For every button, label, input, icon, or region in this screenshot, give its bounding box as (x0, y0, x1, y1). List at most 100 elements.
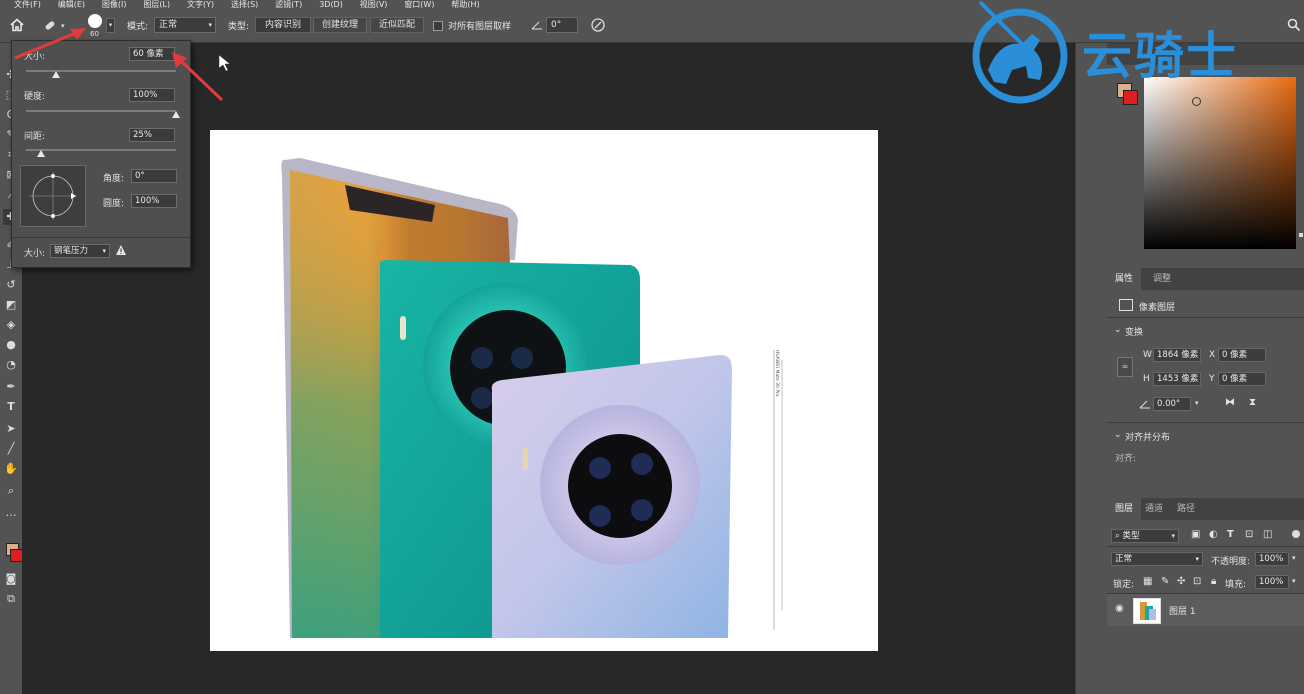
sample-all-layers-label: 对所有图层取样 (448, 22, 512, 32)
chevron-down-icon[interactable]: ▾ (1292, 554, 1296, 562)
path-selection-tool-icon[interactable]: ➤ (3, 421, 19, 437)
angle-label: 角度: (103, 174, 125, 184)
tab-adjustments[interactable]: 调整 (1145, 268, 1179, 290)
sample-all-layers-checkbox[interactable] (433, 21, 443, 31)
divider (1107, 422, 1304, 423)
pressure-size-icon[interactable] (590, 17, 606, 33)
more-tools-icon[interactable]: … (3, 505, 19, 521)
paint-bucket-tool-icon[interactable]: ◈ (3, 317, 19, 333)
chevron-down-icon[interactable]: ▾ (1195, 399, 1199, 407)
fill-input[interactable]: 100% (1255, 575, 1289, 589)
brush-angle-input[interactable]: 0° (131, 169, 177, 183)
document-canvas[interactable]: HUAWEI Mate 30 Pro (210, 130, 878, 651)
tab-layers[interactable]: 图层 (1107, 498, 1142, 520)
roundness-input[interactable]: 100% (131, 194, 177, 208)
opacity-label: 不透明度: (1211, 557, 1251, 567)
width-input[interactable]: 1864 像素 (1153, 348, 1201, 362)
panel-dock-strip (1075, 43, 1109, 694)
tab-paths[interactable]: 路径 (1169, 498, 1203, 520)
brush-angle-preview[interactable] (20, 165, 86, 227)
width-label: W (1143, 350, 1152, 360)
dodge-tool-icon[interactable]: ◔ (3, 357, 19, 373)
lock-image-icon[interactable]: ✎ (1161, 576, 1169, 587)
hue-slider-marker[interactable] (1299, 233, 1303, 237)
angle-input[interactable]: 0° (546, 17, 578, 33)
x-label: X (1209, 350, 1216, 360)
watermark-logo: 云骑士 (970, 0, 1304, 104)
pen-pressure-select[interactable]: 钢笔压力 ▾ (50, 244, 110, 258)
layer-type-label: 像素图层 (1139, 303, 1176, 313)
layers-tabbar: 图层 通道 路径 (1107, 498, 1304, 520)
height-input[interactable]: 1453 像素 (1153, 372, 1201, 386)
tab-channels[interactable]: 通道 (1137, 498, 1171, 520)
pen-tool-icon[interactable]: ✒ (3, 379, 19, 395)
quick-mask-icon[interactable]: ◙ (3, 571, 19, 587)
align-label: 对齐: (1115, 454, 1137, 464)
blend-mode-select[interactable]: 正常 ▾ (1111, 552, 1203, 566)
fill-label: 填充: (1225, 580, 1247, 590)
flip-horizontal-icon[interactable]: ⧓ (1225, 397, 1235, 408)
lock-all-icon[interactable]: 🔒︎ (1211, 576, 1216, 587)
chevron-down-icon: ▾ (102, 247, 106, 255)
layer-filter-select[interactable]: ⌕ 类型 ▾ (1111, 529, 1179, 543)
filter-adjustment-icon[interactable]: ◐ (1209, 529, 1218, 540)
line-tool-icon[interactable]: ╱ (3, 441, 19, 457)
proximity-match-button[interactable]: 近似匹配 (370, 17, 424, 33)
opacity-input[interactable]: 100% (1255, 552, 1289, 566)
flip-vertical-icon[interactable]: ⧗ (1249, 397, 1256, 408)
history-brush-tool-icon[interactable]: ↺ (3, 277, 19, 293)
phone-product-image: HUAWEI Mate 30 Pro (281, 158, 783, 638)
spacing-input[interactable]: 25% (129, 128, 175, 142)
annotation-arrows (14, 28, 231, 102)
zoom-tool-icon[interactable]: ⌕ (3, 483, 19, 499)
filter-toggle-icon[interactable] (1292, 530, 1300, 538)
chevron-down-icon: ▾ (1171, 532, 1175, 540)
link-icon[interactable]: ∞ (1117, 357, 1133, 377)
spacing-slider-track[interactable] (26, 149, 176, 151)
layer-thumbnail (1133, 598, 1161, 624)
warning-icon (115, 244, 127, 256)
filter-pixel-icon[interactable]: ▣ (1191, 529, 1200, 540)
layer-row[interactable]: ◉ 图层 1 (1107, 594, 1304, 626)
pen-pressure-value: 钢笔压力 (54, 246, 89, 256)
angle-icon (531, 20, 543, 30)
lock-transparent-icon[interactable]: ▦ (1143, 576, 1152, 587)
spacing-label: 间距: (24, 132, 46, 142)
y-input[interactable]: 0 像素 (1218, 372, 1266, 386)
lock-artboard-icon[interactable]: ⊡ (1193, 576, 1201, 587)
rotation-input[interactable]: 0.00° (1153, 397, 1191, 411)
x-input[interactable]: 0 像素 (1218, 348, 1266, 362)
blur-tool-icon[interactable]: ● (3, 337, 19, 353)
angle-icon (1139, 399, 1151, 409)
type-tool-icon[interactable]: T (3, 399, 19, 415)
eraser-tool-icon[interactable]: ◩ (3, 297, 19, 313)
align-chevron-icon[interactable]: ⌄ (1114, 430, 1122, 440)
lock-label: 锁定: (1113, 580, 1135, 590)
filter-smart-object-icon[interactable]: ◫ (1263, 529, 1272, 540)
filter-shape-icon[interactable]: ⊡ (1245, 529, 1253, 540)
hardness-slider-track[interactable] (26, 110, 176, 112)
eye-icon[interactable]: ◉ (1115, 603, 1124, 614)
align-section-title: 对齐并分布 (1125, 433, 1171, 443)
divider (12, 237, 190, 238)
create-texture-button[interactable]: 创建纹理 (313, 17, 367, 33)
lock-position-icon[interactable]: ✣ (1177, 576, 1185, 587)
blend-mode-value: 正常 (1115, 554, 1133, 564)
hardness-slider-thumb[interactable] (172, 111, 180, 118)
spacing-slider-thumb[interactable] (37, 150, 45, 157)
pen-pressure-label: 大小: (24, 249, 46, 259)
hand-tool-icon[interactable]: ✋ (3, 461, 19, 477)
tab-properties[interactable]: 属性 (1107, 268, 1142, 290)
transform-chevron-icon[interactable]: ⌄ (1114, 325, 1122, 335)
filter-type-icon[interactable]: T (1227, 529, 1234, 540)
pixel-layer-icon (1119, 299, 1133, 311)
roundness-label: 圆度: (103, 199, 125, 209)
y-label: Y (1209, 374, 1215, 384)
content-aware-button[interactable]: 内容识别 (255, 17, 311, 33)
chevron-down-icon[interactable]: ▾ (1292, 577, 1296, 585)
properties-tabbar: 属性 调整 (1107, 268, 1304, 290)
right-panels: 属性 调整 像素图层 ⌄ 变换 ∞ W 1864 像素 X 0 像素 H 145… (1107, 43, 1304, 694)
layer-filter-value: 类型 (1122, 531, 1140, 541)
watermark-text: 云骑士 (1082, 27, 1238, 85)
screen-mode-icon[interactable]: ⧉ (3, 591, 19, 607)
